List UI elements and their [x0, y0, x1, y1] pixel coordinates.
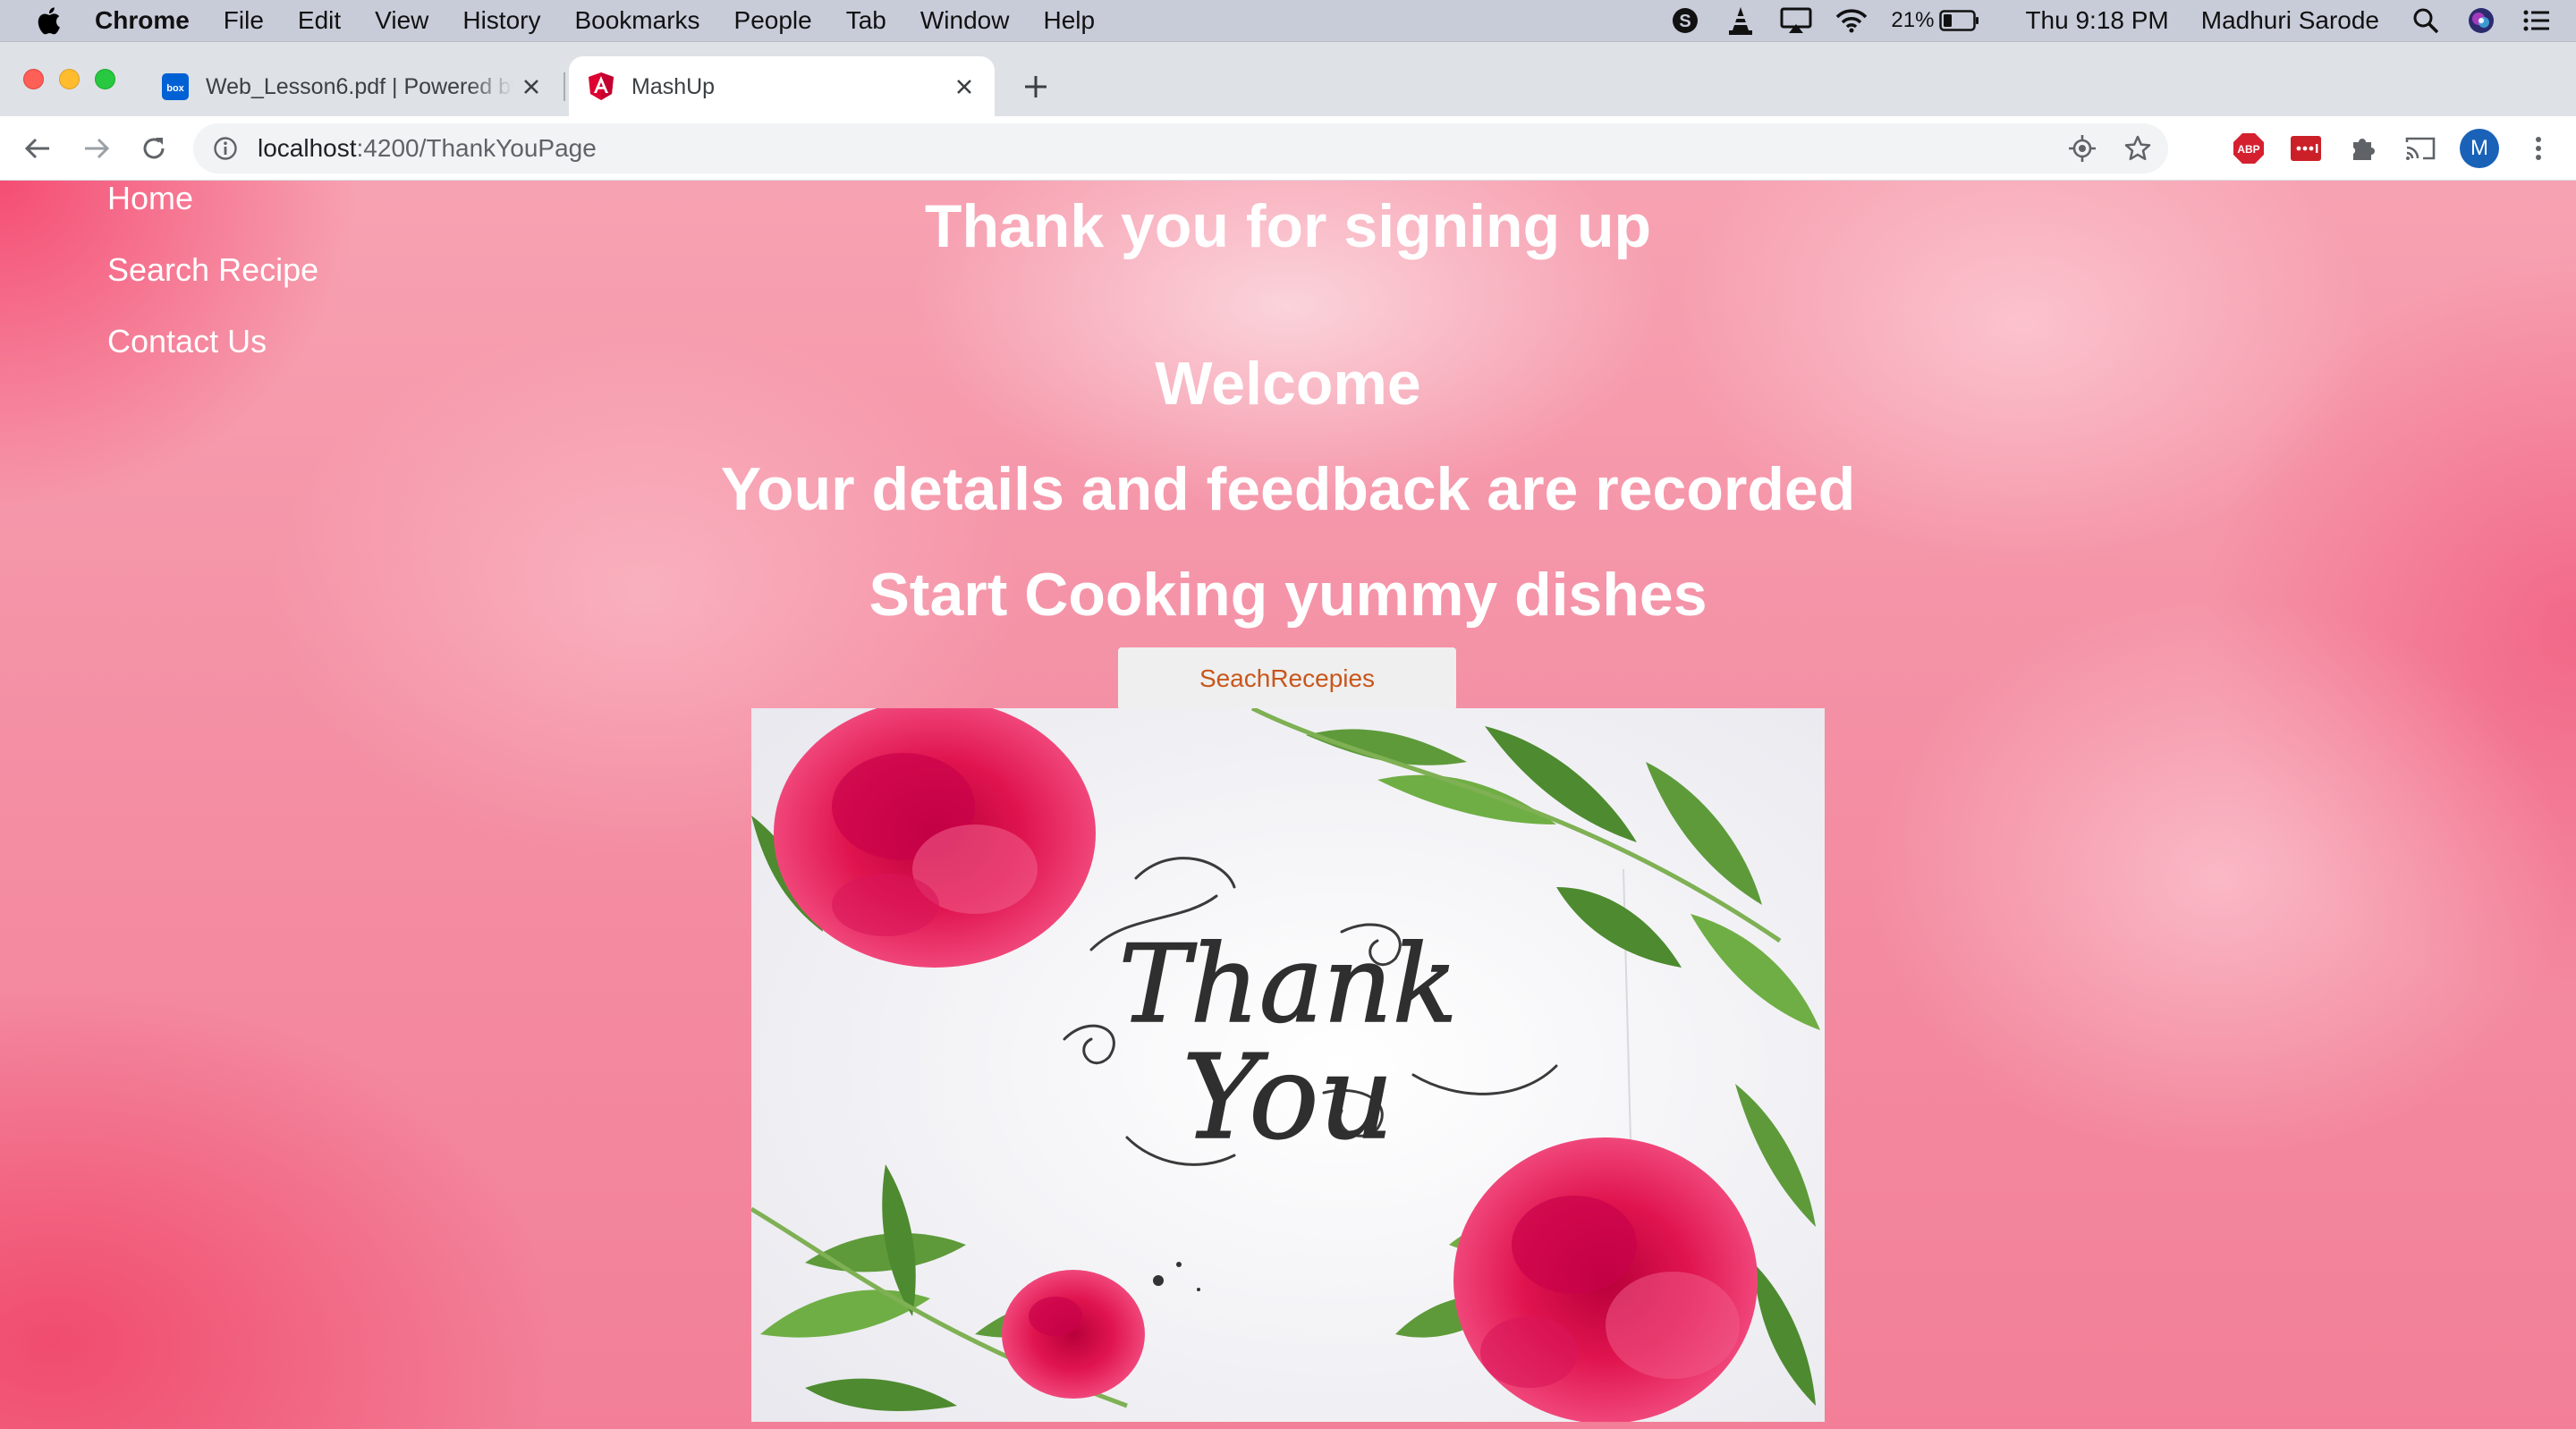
svg-text:box: box: [166, 83, 184, 94]
cast-icon[interactable]: [2402, 131, 2438, 166]
location-target-icon[interactable]: [2064, 131, 2100, 166]
close-tab-icon[interactable]: [513, 69, 549, 105]
spotlight-search-icon[interactable]: [2410, 4, 2442, 37]
url-path: :4200/ThankYouPage: [356, 134, 597, 162]
window-close-button[interactable]: [23, 69, 44, 89]
menu-people[interactable]: People: [734, 6, 812, 35]
site-info-icon[interactable]: [211, 134, 240, 163]
box-icon: box: [161, 72, 190, 101]
angular-icon: [587, 72, 615, 101]
menu-app-name[interactable]: Chrome: [95, 6, 190, 35]
url-text[interactable]: localhost:4200/ThankYouPage: [258, 134, 597, 163]
siri-icon[interactable]: [2465, 4, 2497, 37]
lastpass-icon[interactable]: [2288, 131, 2324, 166]
forward-arrow-icon[interactable]: [77, 129, 116, 168]
menubar-user[interactable]: Madhuri Sarode: [2201, 6, 2379, 35]
url-host: localhost: [258, 134, 357, 162]
wifi-icon[interactable]: [1835, 4, 1868, 37]
browser-toolbar: localhost:4200/ThankYouPage ABP M: [0, 116, 2576, 181]
details-recorded-heading: Your details and feedback are recorded: [720, 455, 1856, 523]
close-tab-icon[interactable]: [946, 69, 982, 105]
battery-icon[interactable]: [1939, 4, 1980, 37]
profile-avatar[interactable]: M: [2460, 129, 2499, 168]
tab-divider: [564, 72, 565, 101]
new-tab-plus-icon[interactable]: [1018, 69, 1054, 105]
menubar-clock[interactable]: Thu 9:18 PM: [2025, 6, 2168, 35]
tab-mashup[interactable]: MashUp: [569, 56, 995, 117]
apple-menu-icon[interactable]: [36, 4, 63, 37]
thank-you-image: Thank You: [751, 708, 1825, 1422]
battery-percent: 21%: [1891, 8, 1935, 32]
address-bar[interactable]: localhost:4200/ThankYouPage: [193, 123, 2168, 173]
menu-edit[interactable]: Edit: [298, 6, 341, 35]
adblock-plus-icon[interactable]: ABP: [2231, 131, 2267, 166]
chrome-menu-kebab-icon[interactable]: [2519, 129, 2558, 168]
page-title: Thank you for signing up: [924, 192, 1652, 260]
search-recipes-button[interactable]: SeachRecepies: [1118, 647, 1456, 710]
macos-menubar: Chrome File Edit View History Bookmarks …: [0, 0, 2576, 41]
back-arrow-icon[interactable]: [18, 129, 57, 168]
page-viewport: Home Search Recipe Contact Us Thank you …: [0, 181, 2576, 1429]
start-cooking-heading: Start Cooking yummy dishes: [869, 561, 1707, 629]
extensions-puzzle-icon[interactable]: [2345, 131, 2381, 166]
skype-icon[interactable]: S: [1669, 4, 1701, 37]
tab-title: Web_Lesson6.pdf | Powered by Box: [206, 73, 513, 99]
tab-web-lesson-pdf[interactable]: box Web_Lesson6.pdf | Powered by Box: [143, 56, 562, 117]
airplay-icon[interactable]: [1780, 4, 1812, 37]
window-minimize-button[interactable]: [59, 69, 80, 89]
tab-title: MashUp: [631, 73, 716, 99]
welcome-heading: Welcome: [1155, 350, 1421, 418]
browser-tab-strip: box Web_Lesson6.pdf | Powered by Box Mas…: [0, 41, 2576, 117]
vlc-cone-icon[interactable]: [1724, 4, 1757, 37]
menu-history[interactable]: History: [462, 6, 540, 35]
window-zoom-button[interactable]: [95, 69, 115, 89]
reload-icon[interactable]: [134, 129, 174, 168]
menu-view[interactable]: View: [375, 6, 428, 35]
menu-tab[interactable]: Tab: [846, 6, 886, 35]
svg-text:ABP: ABP: [2237, 143, 2259, 156]
image-you-text: You: [1182, 1029, 1394, 1165]
menu-bookmarks[interactable]: Bookmarks: [574, 6, 699, 35]
menu-file[interactable]: File: [224, 6, 264, 35]
menu-help[interactable]: Help: [1043, 6, 1095, 35]
bookmark-star-icon[interactable]: [2120, 131, 2156, 166]
notification-center-icon[interactable]: [2521, 4, 2553, 37]
svg-text:S: S: [1680, 12, 1691, 31]
menu-window[interactable]: Window: [920, 6, 1010, 35]
